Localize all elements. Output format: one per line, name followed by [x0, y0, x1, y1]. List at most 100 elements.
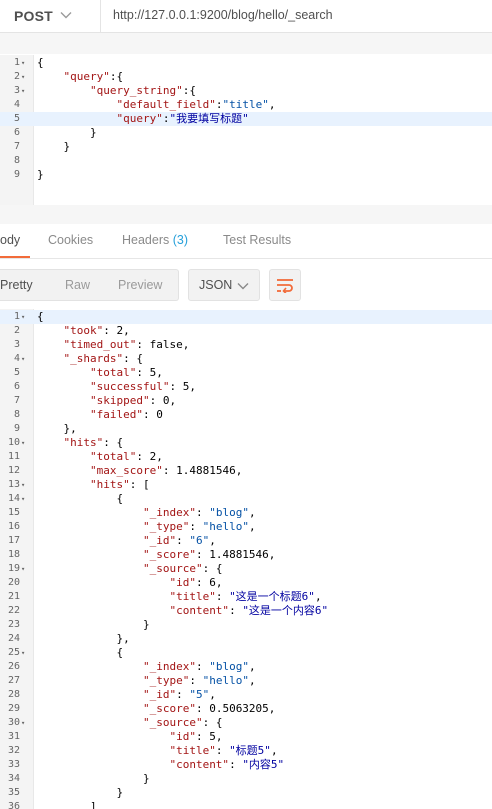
tab-cookies[interactable]: Cookies	[48, 233, 93, 247]
code-token: ,	[270, 744, 278, 757]
code-text: "total": 2,	[37, 450, 163, 464]
code-token: :	[189, 520, 203, 533]
raw-button[interactable]: Raw	[65, 278, 90, 292]
fold-toggle-icon[interactable]: ▾	[21, 70, 25, 84]
code-text: {	[37, 646, 123, 660]
request-body-editor[interactable]: 1 ▾{2 ▾ "query":{3 ▾ "query_string":{4 "def…	[0, 55, 492, 205]
pretty-button[interactable]: Pretty	[0, 278, 33, 292]
line-number: 19	[7, 563, 20, 574]
fold-toggle-icon[interactable]: ▾	[21, 352, 25, 366]
code-text: "_index": "blog",	[37, 506, 256, 520]
line-number: 8	[13, 409, 20, 420]
code-token: }	[37, 618, 150, 631]
code-token: "id"	[169, 576, 196, 589]
code-token: "hits"	[63, 436, 104, 449]
section-divider	[0, 205, 492, 224]
language-select[interactable]: JSON	[188, 269, 260, 301]
view-mode-group: Pretty Raw Preview	[0, 269, 179, 301]
code-line: 30 ▾ "_source": {	[0, 716, 492, 730]
code-line: 21 "title": "这是一个标题6",	[0, 590, 492, 604]
code-line: 4 ▾ "_shards": {	[0, 352, 492, 366]
fold-toggle-icon[interactable]: ▾	[21, 436, 25, 450]
method-select[interactable]: POST	[0, 0, 101, 32]
line-number: 25	[7, 647, 20, 658]
code-text: "default_field":"title",	[37, 98, 275, 112]
response-tabs: ody Cookies Headers (3) Test Results	[0, 224, 492, 259]
code-line: 18 "_score": 1.4881546,	[0, 548, 492, 562]
code-text: "timed_out": false,	[37, 338, 190, 352]
code-line: 32 "title": "标题5",	[0, 744, 492, 758]
code-token: "blog"	[209, 660, 249, 673]
code-line: 14 ▾ {	[0, 492, 492, 506]
fold-toggle-icon[interactable]: ▾	[21, 716, 25, 730]
code-text: "_source": {	[37, 562, 222, 576]
line-number: 26	[7, 661, 20, 672]
code-line: 1 ▾ {	[0, 310, 492, 324]
code-text: "successful": 5,	[37, 380, 196, 394]
code-token: "query_string"	[89, 84, 183, 97]
fold-toggle-icon[interactable]: ▾	[21, 646, 25, 660]
chevron-down-icon	[237, 283, 249, 290]
code-text: }	[37, 786, 123, 800]
code-token: ,	[248, 660, 256, 673]
code-token: : 5,	[169, 380, 196, 393]
line-number: 24	[7, 633, 20, 644]
code-text: "title": "标题5",	[37, 744, 278, 758]
fold-toggle-icon[interactable]: ▾	[21, 492, 25, 506]
code-token: },	[37, 422, 77, 435]
line-number: 9	[13, 169, 20, 180]
code-token: "query"	[63, 70, 110, 83]
code-text: "took": 2,	[37, 324, 130, 338]
code-token: {	[37, 56, 44, 69]
tab-test-results[interactable]: Test Results	[223, 233, 291, 247]
line-number: 5	[13, 367, 20, 378]
fold-toggle-icon[interactable]: ▾	[21, 478, 25, 492]
code-token: "内容5"	[242, 758, 285, 771]
tab-headers[interactable]: Headers (3)	[122, 233, 188, 247]
code-text: ]	[37, 800, 97, 809]
code-text: "total": 5,	[37, 366, 163, 380]
code-token: "hello"	[202, 520, 249, 533]
code-line: 6 "successful": 5,	[0, 380, 492, 394]
preview-button[interactable]: Preview	[118, 278, 162, 292]
line-number: 1	[13, 311, 20, 322]
response-body-viewer[interactable]: 1 ▾{2 "took": 2, 3 "timed_out": false, 4 ▾ "…	[0, 309, 492, 809]
code-line: 13 ▾ "hits": [	[0, 478, 492, 492]
code-token: "title"	[169, 590, 216, 603]
code-line: 26 "_index": "blog",	[0, 660, 492, 674]
code-token: : 6,	[195, 576, 223, 589]
code-token: "hello"	[202, 674, 249, 687]
code-token: "content"	[169, 758, 230, 771]
fold-toggle-icon[interactable]: ▾	[21, 56, 25, 70]
code-text: "_index": "blog",	[37, 660, 256, 674]
fold-toggle-icon[interactable]: ▾	[21, 562, 25, 576]
tab-body[interactable]: ody	[0, 233, 20, 247]
code-token: }	[37, 772, 150, 785]
code-text: "id": 5,	[37, 730, 222, 744]
code-token: "hits"	[89, 478, 130, 491]
wrap-lines-button[interactable]	[269, 269, 301, 301]
code-text: "query_string":{	[37, 84, 196, 98]
code-text: "skipped": 0,	[37, 394, 176, 408]
line-number: 31	[7, 731, 20, 742]
code-text: }	[37, 140, 70, 154]
tab-headers-label: Headers	[122, 233, 170, 247]
code-token: {	[37, 646, 124, 659]
code-text: }	[37, 168, 44, 182]
url-input[interactable]: http://127.0.0.1:9200/blog/hello/_search	[113, 8, 333, 22]
line-number: 13	[7, 479, 20, 490]
fold-toggle-icon[interactable]: ▾	[21, 84, 25, 98]
fold-toggle-icon[interactable]: ▾	[21, 310, 25, 324]
